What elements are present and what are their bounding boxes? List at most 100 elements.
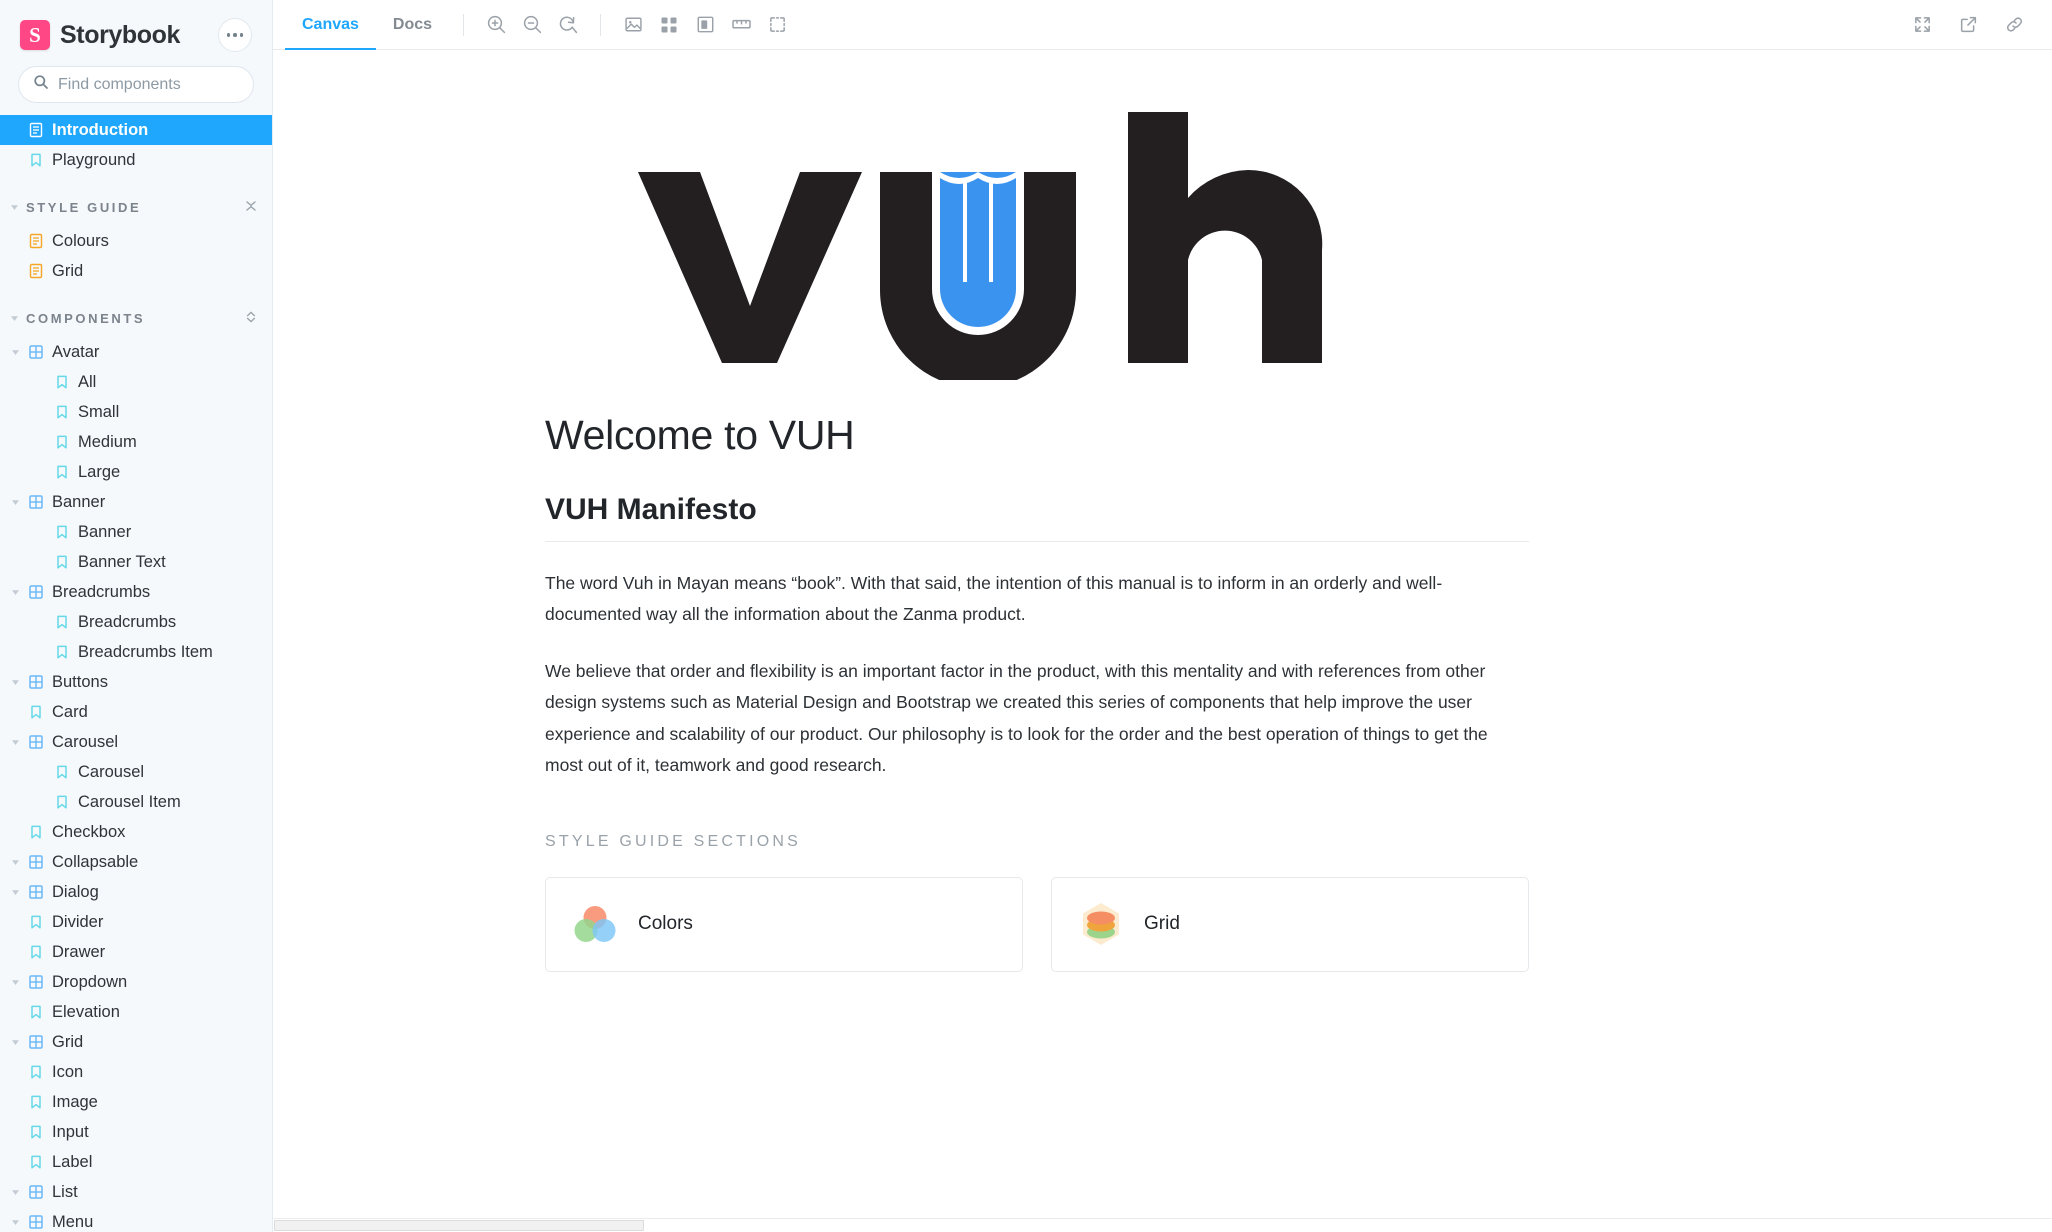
- sidebar-item-label: Grid: [52, 261, 84, 280]
- zoom-reset-icon[interactable]: [550, 7, 586, 43]
- bookmark-icon: [28, 1154, 44, 1170]
- bookmark-icon: [54, 764, 70, 780]
- sidebar-item-label: Grid: [52, 1032, 84, 1051]
- horizontal-scrollbar[interactable]: [273, 1218, 2052, 1232]
- bookmark-icon: [28, 944, 44, 960]
- grid-icon[interactable]: [651, 7, 687, 43]
- expand-all-icon[interactable]: [244, 310, 258, 327]
- sidebar-item-list[interactable]: List: [0, 1177, 272, 1207]
- measure-ruler-icon[interactable]: [723, 7, 759, 43]
- component-icon: [28, 1034, 44, 1050]
- tab-docs[interactable]: Docs: [376, 0, 449, 50]
- sidebar-item-breadcrumbs[interactable]: Breadcrumbs: [0, 607, 272, 637]
- sidebar-item-label: Icon: [52, 1062, 84, 1081]
- chevron-down-icon[interactable]: [10, 858, 20, 867]
- search-input[interactable]: [58, 75, 265, 94]
- sidebar-item-label: Dropdown: [52, 972, 128, 991]
- sidebar-item-label[interactable]: Label: [0, 1147, 272, 1177]
- sidebar-item-collapsable[interactable]: Collapsable: [0, 847, 272, 877]
- sidebar-item-grid[interactable]: Grid: [0, 1027, 272, 1057]
- sidebar-item-small[interactable]: Small: [0, 397, 272, 427]
- sidebar-item-avatar[interactable]: Avatar: [0, 337, 272, 367]
- bookmark-icon: [54, 374, 70, 390]
- collapse-all-icon[interactable]: [244, 199, 258, 216]
- sidebar-section-style-guide[interactable]: STYLE GUIDE: [0, 192, 272, 222]
- chevron-down-icon[interactable]: [10, 738, 20, 747]
- zoom-out-icon[interactable]: [514, 7, 550, 43]
- sidebar-item-banner[interactable]: Banner: [0, 487, 272, 517]
- scrollbar-thumb[interactable]: [274, 1220, 644, 1231]
- tab-canvas[interactable]: Canvas: [285, 0, 376, 51]
- sidebar-item-divider[interactable]: Divider: [0, 907, 272, 937]
- chevron-down-icon[interactable]: [10, 978, 20, 987]
- card-grid[interactable]: Grid: [1051, 876, 1529, 972]
- selection-box-icon[interactable]: [759, 7, 795, 43]
- chevron-down-icon[interactable]: [10, 348, 20, 357]
- chevron-down-icon[interactable]: [10, 888, 20, 897]
- bookmark-icon: [28, 1004, 44, 1020]
- sidebar-item-label: Label: [52, 1152, 93, 1171]
- sidebar-item-carousel-item[interactable]: Carousel Item: [0, 787, 272, 817]
- sidebar-item-introduction[interactable]: Introduction: [0, 115, 272, 145]
- sidebar-item-card[interactable]: Card: [0, 697, 272, 727]
- sidebar-item-breadcrumbs-item[interactable]: Breadcrumbs Item: [0, 637, 272, 667]
- style-guide-cards: Colors Grid: [545, 876, 1529, 972]
- dot-icon: [226, 33, 231, 37]
- sidebar-item-icon[interactable]: Icon: [0, 1057, 272, 1087]
- sidebar-item-carousel[interactable]: Carousel: [0, 757, 272, 787]
- chevron-down-icon[interactable]: [10, 588, 20, 597]
- sidebar-item-all[interactable]: All: [0, 367, 272, 397]
- outline-icon[interactable]: [687, 7, 723, 43]
- bookmark-icon: [54, 404, 70, 420]
- sidebar-item-image[interactable]: Image: [0, 1087, 272, 1117]
- sidebar-item-large[interactable]: Large: [0, 457, 272, 487]
- bookmark-icon: [28, 152, 44, 168]
- sidebar-item-playground[interactable]: Playground: [0, 145, 272, 175]
- chevron-down-icon[interactable]: [10, 1218, 20, 1227]
- sidebar-item-breadcrumbs[interactable]: Breadcrumbs: [0, 577, 272, 607]
- sidebar-section-components[interactable]: COMPONENTS: [0, 303, 272, 333]
- sidebar-item-label: Dialog: [52, 882, 99, 901]
- sidebar-item-elevation[interactable]: Elevation: [0, 997, 272, 1027]
- sidebar-item-dialog[interactable]: Dialog: [0, 877, 272, 907]
- sidebar-item-label: Introduction: [52, 120, 149, 139]
- chevron-down-icon[interactable]: [10, 498, 20, 507]
- chevron-down-icon[interactable]: [10, 1038, 20, 1047]
- bookmark-icon: [28, 914, 44, 930]
- card-colors[interactable]: Colors: [545, 876, 1023, 972]
- toolbar-divider: [463, 13, 465, 36]
- page-subtitle: VUH Manifesto: [545, 493, 1529, 542]
- link-icon[interactable]: [1996, 7, 2032, 43]
- bookmark-icon: [54, 554, 70, 570]
- sidebar-item-drawer[interactable]: Drawer: [0, 937, 272, 967]
- sidebar-item-medium[interactable]: Medium: [0, 427, 272, 457]
- sidebar-item-label: Checkbox: [52, 822, 126, 841]
- sidebar-item-banner[interactable]: Banner: [0, 517, 272, 547]
- open-external-icon[interactable]: [1950, 7, 1986, 43]
- storybook-logo-icon: S: [20, 20, 50, 50]
- sidebar-item-menu[interactable]: Menu: [0, 1207, 272, 1232]
- zoom-in-icon[interactable]: [478, 7, 514, 43]
- fullscreen-icon[interactable]: [1904, 7, 1940, 43]
- chevron-down-icon[interactable]: [10, 678, 20, 687]
- sidebar-item-banner-text[interactable]: Banner Text: [0, 547, 272, 577]
- sidebar-item-grid[interactable]: Grid: [0, 256, 272, 286]
- sidebar-item-input[interactable]: Input: [0, 1117, 272, 1147]
- bookmark-icon: [28, 824, 44, 840]
- card-label: Grid: [1144, 913, 1180, 935]
- toolbar-right-actions: [1904, 7, 2032, 43]
- more-options-button[interactable]: [218, 18, 252, 52]
- chevron-down-icon[interactable]: [10, 1188, 20, 1197]
- sidebar-item-buttons[interactable]: Buttons: [0, 667, 272, 697]
- sidebar-item-label: Playground: [52, 150, 136, 169]
- sidebar-item-checkbox[interactable]: Checkbox: [0, 817, 272, 847]
- sidebar-item-colours[interactable]: Colours: [0, 226, 272, 256]
- bookmark-icon: [54, 434, 70, 450]
- search-box[interactable]: /: [18, 66, 265, 103]
- component-icon: [28, 854, 44, 870]
- sidebar-item-dropdown[interactable]: Dropdown: [0, 967, 272, 997]
- background-image-icon[interactable]: [615, 7, 651, 43]
- component-icon: [28, 584, 44, 600]
- document-icon: [28, 122, 44, 138]
- sidebar-item-carousel[interactable]: Carousel: [0, 727, 272, 757]
